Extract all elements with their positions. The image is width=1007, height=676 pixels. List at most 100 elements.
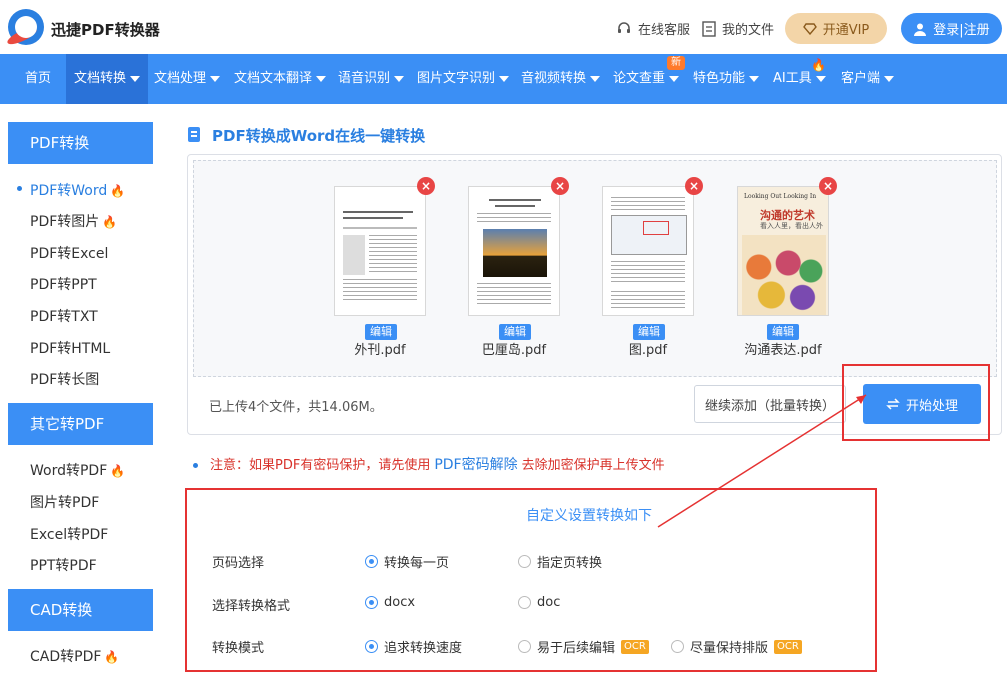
- file-thumbnail[interactable]: [602, 186, 694, 316]
- sidebar-item-label: Word转PDF: [30, 463, 108, 479]
- login-register-button[interactable]: 登录|注册: [901, 13, 1002, 44]
- nav-item-doc-process[interactable]: 文档处理: [154, 54, 221, 104]
- chevron-down-icon: [130, 75, 141, 82]
- sidebar-item-pdf-to-ppt[interactable]: PDF转PPT: [30, 274, 97, 294]
- settings-title: 自定义设置转换如下: [526, 508, 652, 524]
- nav-item-home[interactable]: 首页: [25, 54, 51, 104]
- nav-item-av-convert[interactable]: 音视频转换: [521, 54, 601, 104]
- radio-specific-pages[interactable]: 指定页转换: [518, 552, 602, 571]
- sidebar-item-pdf-to-long-image[interactable]: PDF转长图: [30, 369, 99, 389]
- brand-logo-icon[interactable]: [5, 9, 44, 48]
- ocr-badge: OCR: [621, 639, 649, 654]
- nav-item-client[interactable]: 客户端: [841, 54, 895, 104]
- chevron-down-icon: [815, 75, 826, 82]
- page-range-label: 页码选择: [212, 556, 265, 571]
- sidebar-section-other-to-pdf[interactable]: 其它转PDF: [8, 403, 153, 445]
- edit-file-button[interactable]: 编辑: [633, 324, 665, 340]
- nav-item-doc-convert[interactable]: 文档转换: [66, 54, 149, 104]
- chevron-down-icon: [669, 75, 680, 82]
- chevron-down-icon: [749, 75, 760, 82]
- my-files-label: 我的文件: [722, 23, 775, 38]
- radio-unchecked-icon: [671, 640, 684, 653]
- diamond-icon: [802, 22, 817, 35]
- sidebar-item-image-to-pdf[interactable]: 图片转PDF: [30, 492, 99, 512]
- sidebar-section-pdf-convert[interactable]: PDF转换: [8, 122, 153, 164]
- remove-file-button[interactable]: ×: [819, 177, 837, 195]
- sidebar-item-pdf-to-html[interactable]: PDF转HTML: [30, 338, 110, 358]
- nav-label: 音视频转换: [521, 71, 587, 86]
- nav-label: 文档文本翻译: [234, 71, 313, 86]
- main-nav: 首页 文档转换 文档处理 文档文本翻译 语音识别 图片文字识别 音视频转换 论文…: [0, 54, 1007, 104]
- file-name: 外刊.pdf: [354, 343, 406, 358]
- edit-file-button[interactable]: 编辑: [499, 324, 531, 340]
- radio-checked-icon: [365, 555, 378, 568]
- file-thumbnail[interactable]: Looking Out Looking In 沟通的艺术 看入人里，看出人外: [737, 186, 829, 316]
- add-more-files-button[interactable]: 继续添加（批量转换）: [694, 385, 846, 423]
- remove-file-button[interactable]: ×: [551, 177, 569, 195]
- ocr-badge: OCR: [774, 639, 802, 654]
- online-support-label: 在线客服: [638, 23, 691, 38]
- remove-file-button[interactable]: ×: [685, 177, 703, 195]
- sidebar-item-pdf-to-word[interactable]: PDF转Word 🔥: [30, 180, 125, 200]
- sidebar-section-cad-convert[interactable]: CAD转换: [8, 589, 153, 631]
- radio-unchecked-icon: [518, 555, 531, 568]
- mode-label: 转换模式: [212, 641, 265, 656]
- radio-label: 转换每一页: [384, 556, 450, 571]
- note-prefix: 注意：如果PDF有密码保护，请先使用: [210, 458, 431, 473]
- pdf-password-remove-link[interactable]: PDF密码解除: [434, 457, 517, 473]
- sidebar-item-ppt-to-pdf[interactable]: PPT转PDF: [30, 555, 97, 575]
- nav-label: 图片文字识别: [417, 71, 496, 86]
- sidebar-item-pdf-to-image[interactable]: PDF转图片 🔥: [30, 211, 117, 231]
- highlight-box-start: [842, 364, 990, 441]
- fire-icon: 🔥: [102, 215, 118, 229]
- nav-item-speech-recognition[interactable]: 语音识别: [338, 54, 405, 104]
- file-thumbnail[interactable]: [468, 186, 560, 316]
- radio-label: doc: [537, 595, 561, 610]
- file-name: 图.pdf: [628, 343, 668, 358]
- file-name: 沟通表达.pdf: [744, 343, 822, 358]
- my-files-link[interactable]: 我的文件: [702, 19, 774, 38]
- radio-docx[interactable]: docx: [365, 595, 415, 610]
- fire-icon: 🔥: [811, 58, 826, 72]
- nav-label: AI工具: [773, 71, 812, 86]
- file-thumbnail[interactable]: [334, 186, 426, 316]
- radio-layout-mode[interactable]: 尽量保持排版 OCR: [671, 637, 802, 656]
- nav-item-ocr[interactable]: 图片文字识别: [417, 54, 510, 104]
- radio-unchecked-icon: [518, 596, 531, 609]
- radio-label: 尽量保持排版: [690, 641, 769, 656]
- vip-button[interactable]: 开通VIP: [785, 13, 887, 44]
- bullet-icon: [193, 463, 198, 468]
- user-icon: [914, 23, 927, 36]
- document-icon: [702, 20, 716, 37]
- radio-doc[interactable]: doc: [518, 595, 560, 610]
- radio-speed-mode[interactable]: 追求转换速度: [365, 637, 462, 656]
- radio-editable-mode[interactable]: 易于后续编辑 OCR: [518, 637, 649, 656]
- sidebar-item-label: CAD转PDF: [30, 649, 102, 665]
- nav-label: 文档处理: [154, 71, 207, 86]
- note-suffix: 去除加密保护再上传文件: [521, 458, 665, 473]
- radio-convert-all-pages[interactable]: 转换每一页: [365, 552, 449, 571]
- chevron-down-icon: [884, 75, 895, 82]
- nav-label: 首页: [25, 71, 52, 86]
- edit-file-button[interactable]: 编辑: [767, 324, 799, 340]
- login-register-label: 登录|注册: [933, 23, 990, 38]
- nav-label: 客户端: [841, 71, 881, 86]
- sidebar-item-word-to-pdf[interactable]: Word转PDF 🔥: [30, 460, 125, 480]
- remove-file-button[interactable]: ×: [417, 177, 435, 195]
- radio-label: 追求转换速度: [384, 641, 463, 656]
- sidebar-item-cad-to-pdf[interactable]: CAD转PDF 🔥: [30, 646, 119, 666]
- nav-label: 特色功能: [693, 71, 746, 86]
- radio-label: 指定页转换: [537, 556, 603, 571]
- nav-item-doc-translate[interactable]: 文档文本翻译: [234, 54, 327, 104]
- sidebar-item-pdf-to-txt[interactable]: PDF转TXT: [30, 306, 98, 326]
- sidebar-item-excel-to-pdf[interactable]: Excel转PDF: [30, 524, 108, 544]
- online-support-link[interactable]: 在线客服: [616, 19, 690, 38]
- sidebar-item-pdf-to-excel[interactable]: PDF转Excel: [30, 243, 108, 263]
- chevron-down-icon: [394, 75, 405, 82]
- book-cover-subtitle: 看入人里，看出人外: [760, 222, 823, 230]
- nav-item-features[interactable]: 特色功能: [693, 54, 760, 104]
- nav-label: 论文查重: [613, 71, 666, 86]
- upload-summary: 已上传4个文件，共14.06M。: [209, 400, 383, 415]
- brand-name[interactable]: 迅捷PDF转换器: [51, 19, 160, 40]
- edit-file-button[interactable]: 编辑: [365, 324, 397, 340]
